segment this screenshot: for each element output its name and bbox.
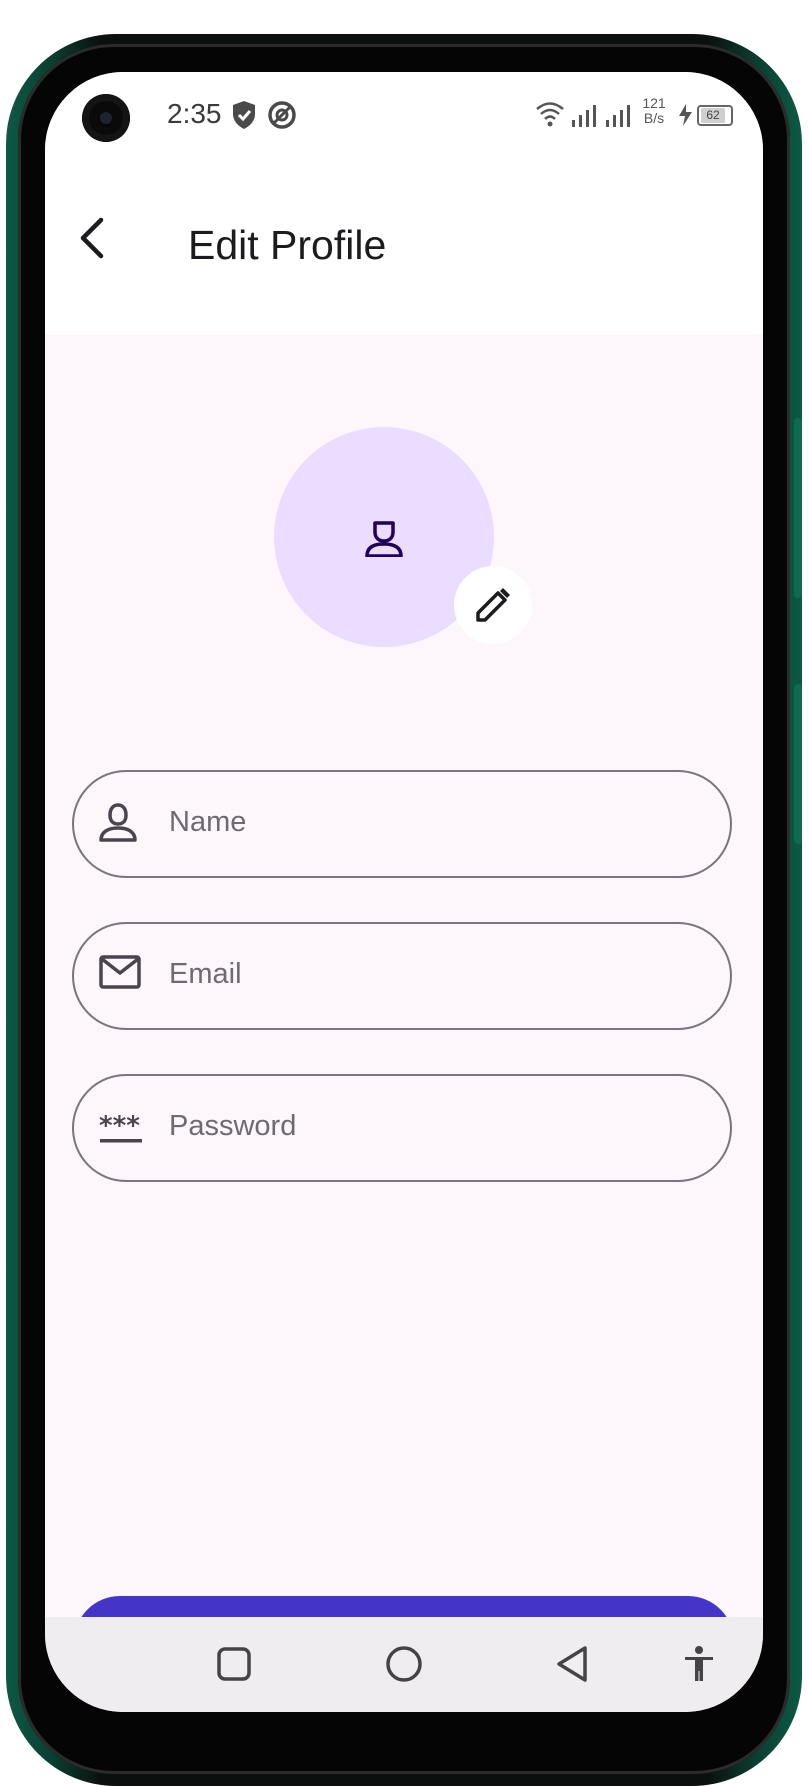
network-speed-value: 121 xyxy=(642,95,666,111)
do-not-disturb-icon xyxy=(267,100,297,135)
person-icon xyxy=(365,521,403,557)
signal-icon-2 xyxy=(605,104,633,133)
arrow-back-icon xyxy=(80,217,104,259)
back-button[interactable] xyxy=(69,212,121,264)
power-button xyxy=(794,418,802,598)
status-bar: 2:35 121 B/s 62 xyxy=(45,72,763,162)
network-speed-unit: B/s xyxy=(643,110,665,126)
edit-avatar-button[interactable] xyxy=(454,566,532,644)
pencil-icon xyxy=(476,588,510,622)
home-button[interactable] xyxy=(385,1645,423,1688)
recents-button[interactable] xyxy=(217,1647,251,1686)
svg-text:***: *** xyxy=(99,1112,140,1141)
network-speed: 121 B/s xyxy=(638,96,670,126)
battery-icon: 62 xyxy=(697,105,733,126)
signal-icon-1 xyxy=(571,104,599,133)
wifi-icon xyxy=(535,98,565,133)
shield-icon xyxy=(231,100,257,135)
person-outline-icon xyxy=(99,802,137,847)
password-icon: *** xyxy=(99,1111,143,1149)
app-bar: Edit Profile xyxy=(45,162,763,334)
charging-icon xyxy=(677,103,695,132)
status-time: 2:35 xyxy=(167,98,222,129)
triangle-back-icon xyxy=(557,1646,587,1682)
edit-profile-form: Name Email *** Password save xyxy=(45,334,763,1689)
accessibility-button[interactable] xyxy=(683,1645,715,1688)
email-placeholder: Email xyxy=(169,958,242,990)
name-placeholder: Name xyxy=(169,806,247,838)
mail-icon xyxy=(99,954,141,995)
password-placeholder: Password xyxy=(169,1110,297,1142)
accessibility-icon xyxy=(685,1646,713,1681)
battery-level: 62 xyxy=(701,108,725,123)
name-field[interactable]: Name xyxy=(72,770,732,878)
front-camera xyxy=(82,94,130,142)
back-nav-button[interactable] xyxy=(555,1645,589,1688)
system-nav-bar xyxy=(45,1617,763,1712)
password-field[interactable]: *** Password xyxy=(72,1074,732,1182)
email-field[interactable]: Email xyxy=(72,922,732,1030)
volume-button xyxy=(794,684,802,844)
square-icon xyxy=(217,1647,251,1681)
circle-icon xyxy=(386,1646,422,1682)
page-title: Edit Profile xyxy=(188,222,387,268)
screen: 2:35 121 B/s 62 Edit Profile Name Email … xyxy=(45,72,763,1712)
